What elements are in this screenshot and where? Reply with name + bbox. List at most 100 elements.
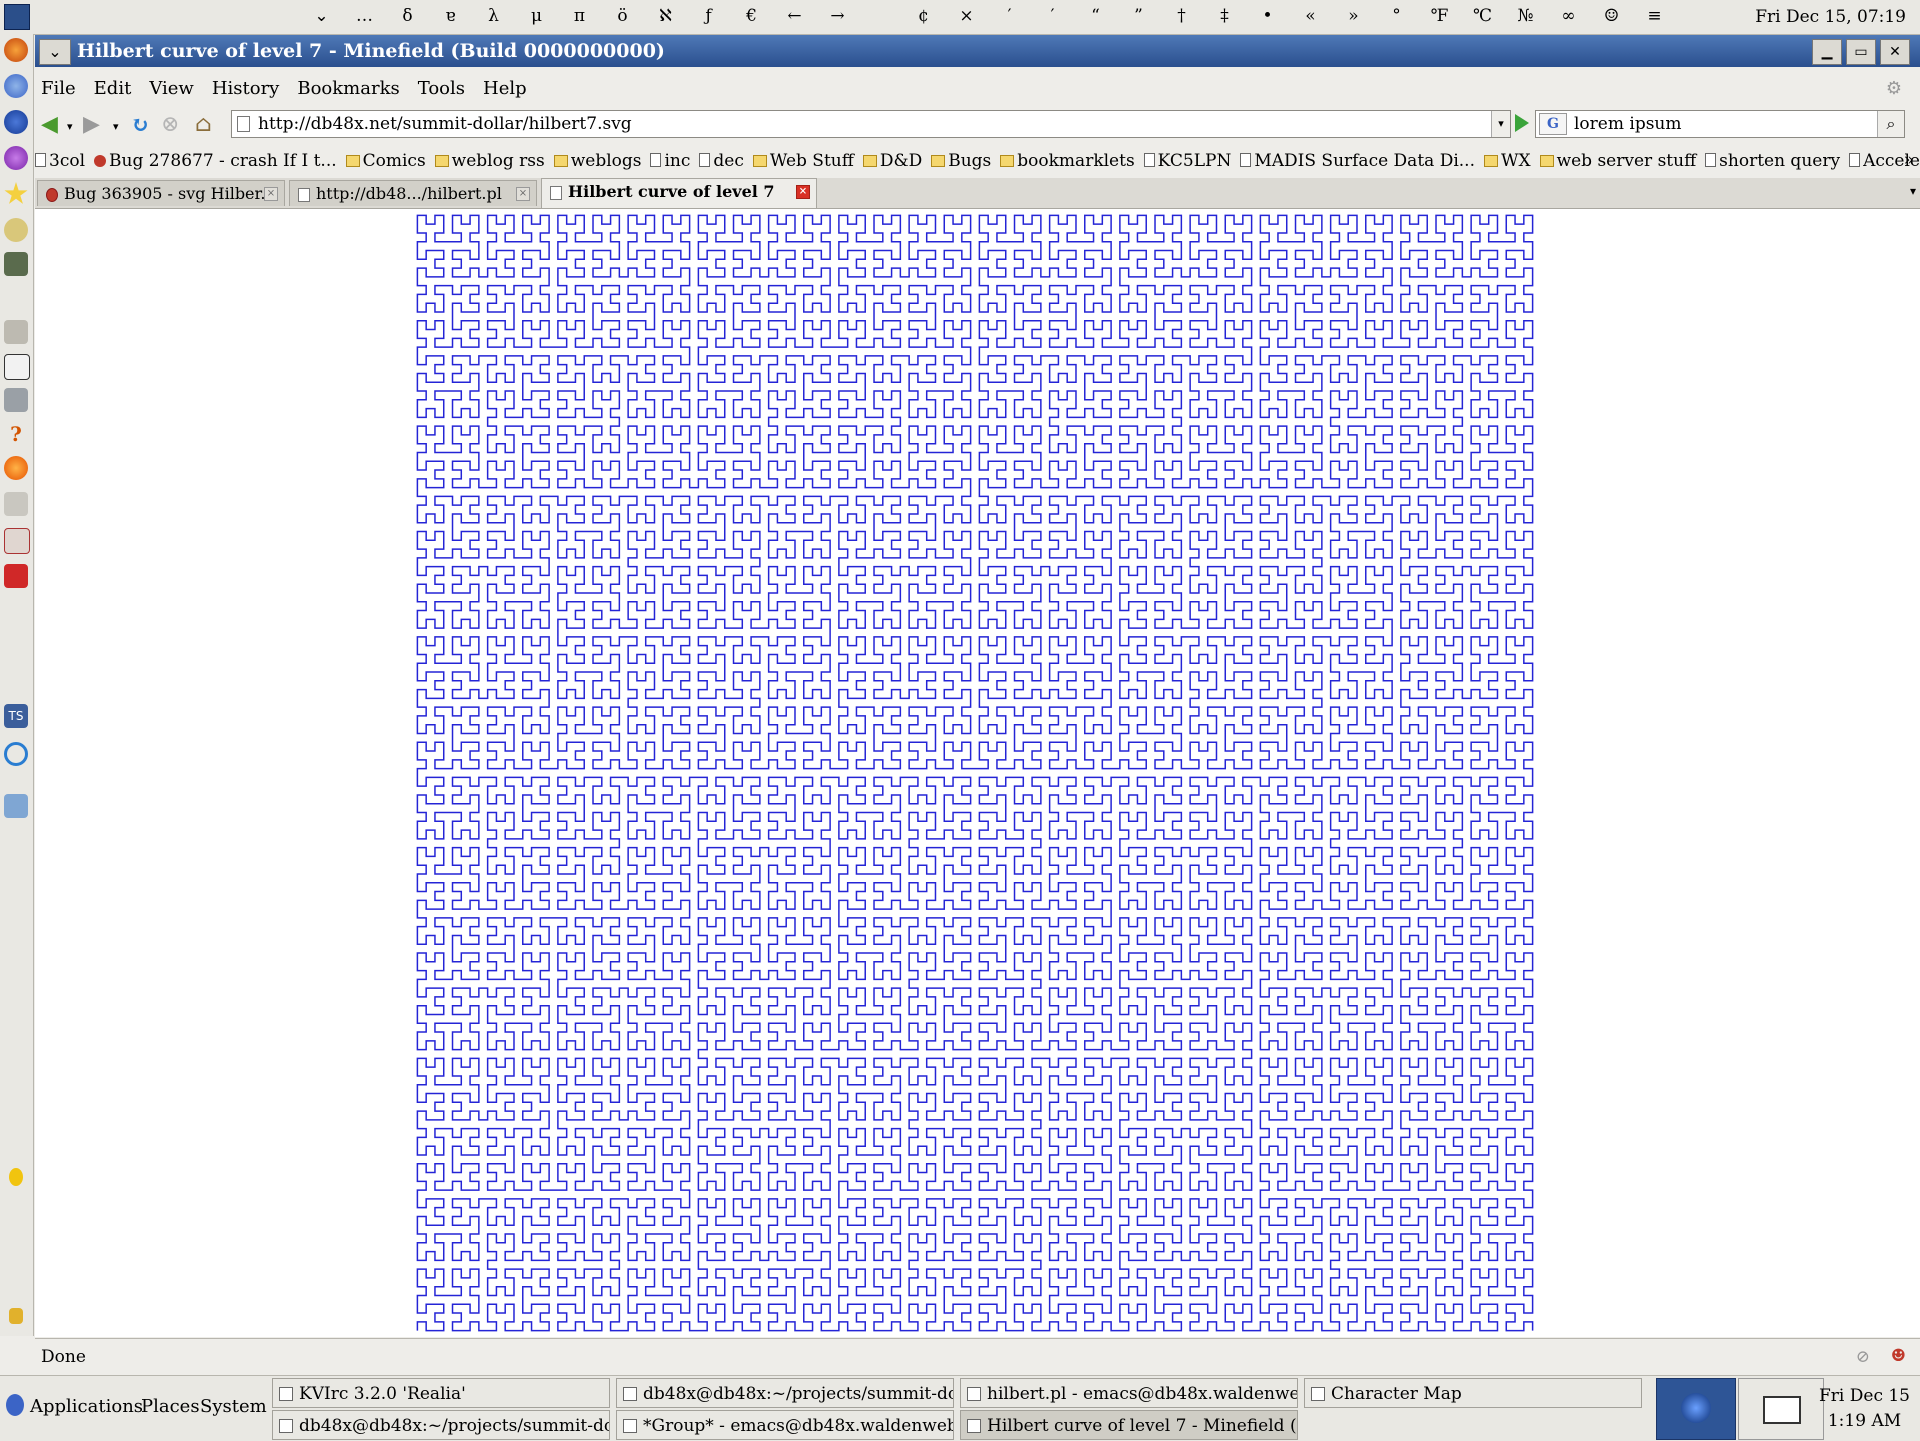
bookmark-item[interactable]: dec — [699, 151, 744, 171]
char-key[interactable]: δ — [386, 6, 429, 26]
menu-edit[interactable]: Edit — [94, 78, 132, 99]
show-desktop-button[interactable] — [1738, 1378, 1824, 1440]
char-key[interactable]: ⌄ — [300, 6, 343, 26]
char-key[interactable]: ∞ — [1547, 6, 1590, 26]
system-menu[interactable]: System — [200, 1396, 267, 1417]
search-engine-icon[interactable]: G — [1539, 113, 1567, 135]
tab-hilbert-curve[interactable]: Hilbert curve of level 7 × — [541, 178, 817, 208]
minimize-button[interactable]: ▁ — [1812, 39, 1842, 65]
maximize-button[interactable]: ▭ — [1846, 39, 1876, 65]
tab-close-button[interactable]: × — [796, 185, 810, 199]
figure-icon[interactable] — [9, 1168, 23, 1186]
char-key[interactable]: ≡ — [1633, 6, 1676, 26]
text-editor-icon[interactable] — [4, 354, 30, 380]
star-icon[interactable] — [4, 182, 28, 204]
char-key[interactable]: № — [1504, 6, 1547, 26]
bookmark-item[interactable]: weblog rss — [434, 151, 545, 171]
bookmark-item[interactable]: Comics — [345, 151, 426, 171]
char-key[interactable]: « — [1289, 6, 1332, 26]
stop-button[interactable]: ⊗ — [161, 112, 179, 137]
home-button[interactable]: ⌂ — [195, 112, 212, 137]
bookmarks-overflow-button[interactable]: » — [1904, 150, 1914, 170]
notes-icon[interactable] — [4, 320, 28, 344]
char-key[interactable]: » — [1332, 6, 1375, 26]
char-key[interactable]: ¢ — [902, 6, 945, 26]
menu-view[interactable]: View — [149, 78, 194, 99]
forward-history-icon[interactable]: ▾ — [113, 120, 119, 133]
taskbar-item[interactable]: *Group* - emacs@db48x.waldenweb.c... — [616, 1410, 954, 1440]
char-key[interactable]: † — [1160, 6, 1203, 26]
back-button[interactable]: ◀ — [41, 112, 58, 137]
search-input[interactable] — [1572, 112, 1876, 136]
forward-button[interactable]: ▶ — [83, 112, 100, 137]
thunderbird-icon[interactable] — [4, 74, 28, 98]
char-key[interactable]: ö — [601, 6, 644, 26]
window-menu-button[interactable]: ⌄ — [39, 39, 71, 65]
char-key[interactable]: ℉ — [1418, 6, 1461, 26]
workspace-switcher-1[interactable] — [1656, 1378, 1736, 1440]
settings-icon[interactable] — [4, 492, 28, 516]
taskbar-item[interactable]: db48x@db48x:~/projects/summit-dol... — [272, 1410, 610, 1440]
char-key[interactable]: ′ — [988, 6, 1031, 26]
bottom-clock[interactable]: Fri Dec 15 1:19 AM — [1819, 1384, 1910, 1434]
char-key[interactable]: ” — [1117, 6, 1160, 26]
character-map-icon[interactable] — [4, 388, 28, 412]
search-go-button[interactable]: ⌕ — [1877, 111, 1904, 137]
char-key[interactable]: λ — [472, 6, 515, 26]
menu-file[interactable]: File — [41, 78, 76, 99]
tab-list-button[interactable]: ▾ — [1910, 184, 1916, 198]
char-key[interactable]: • — [1246, 6, 1289, 26]
bookmark-item[interactable]: bookmarklets — [1000, 151, 1135, 171]
kvirc-icon[interactable] — [4, 146, 28, 170]
bookmark-item[interactable]: shorten query — [1705, 151, 1840, 171]
taskbar-item[interactable]: KVIrc 3.2.0 'Realia' — [272, 1378, 610, 1408]
char-key[interactable]: ☺ — [1590, 6, 1633, 26]
char-key[interactable]: ƒ — [687, 6, 730, 26]
bookmark-item[interactable]: inc — [650, 151, 690, 171]
char-key[interactable]: ′ — [1031, 6, 1074, 26]
bookmark-item[interactable]: KC5LPN — [1143, 151, 1231, 171]
tab-hilbert-pl[interactable]: http://db48.../hilbert.pl × — [289, 180, 537, 206]
gnome-foot-icon[interactable] — [6, 1394, 24, 1416]
panel-menu-icon[interactable] — [4, 4, 30, 30]
char-key[interactable]: ← — [773, 6, 816, 26]
top-clock[interactable]: Fri Dec 15, 07:19 — [1755, 7, 1906, 27]
char-key[interactable]: ‡ — [1203, 6, 1246, 26]
taskbar-item[interactable]: hilbert.pl - emacs@db48x.waldenweb.... — [960, 1378, 1298, 1408]
taskbar-item[interactable]: Hilbert curve of level 7 - Minefield (Bu… — [960, 1410, 1298, 1440]
ubuntu-icon[interactable] — [4, 456, 28, 480]
terminal-icon[interactable] — [4, 252, 28, 276]
close-window-button[interactable]: ✕ — [1880, 39, 1910, 65]
char-key[interactable]: ɐ — [429, 6, 472, 26]
url-dropdown-button[interactable]: ▾ — [1491, 111, 1510, 137]
bookmark-item[interactable]: MADIS Surface Data Di... — [1240, 151, 1475, 171]
tab-close-button[interactable]: × — [264, 187, 278, 201]
char-key[interactable]: × — [945, 6, 988, 26]
tab-bug-363905[interactable]: Bug 363905 - svg Hilber... × — [37, 180, 285, 206]
char-key[interactable]: → — [816, 6, 859, 26]
ts-icon[interactable]: TS — [4, 704, 28, 728]
globe-icon[interactable] — [4, 110, 28, 134]
bookmark-item[interactable]: D&D — [862, 151, 922, 171]
lock-icon[interactable] — [9, 1308, 23, 1324]
tab-close-button[interactable]: × — [516, 187, 530, 201]
remote-desktop-icon[interactable] — [4, 794, 28, 818]
bookmark-item[interactable]: WX — [1483, 151, 1531, 171]
help-icon[interactable]: ? — [4, 422, 28, 446]
security-icon[interactable]: ⊘ — [1856, 1347, 1870, 1367]
firefox-icon[interactable] — [4, 38, 28, 62]
char-key[interactable]: € — [730, 6, 773, 26]
bookmark-item[interactable]: weblogs — [553, 151, 641, 171]
bookmark-item[interactable]: Bug 278677 - crash If I t... — [94, 151, 337, 171]
char-key[interactable]: “ — [1074, 6, 1117, 26]
taskbar-item[interactable]: db48x@db48x:~/projects/summit-dol... — [616, 1378, 954, 1408]
go-button[interactable] — [1515, 114, 1529, 132]
menu-history[interactable]: History — [212, 78, 280, 99]
bookmark-item[interactable]: Web Stuff — [752, 151, 854, 171]
back-history-icon[interactable]: ▾ — [67, 120, 73, 133]
cards-icon[interactable] — [4, 528, 30, 554]
refresh-app-icon[interactable] — [4, 742, 28, 766]
char-key[interactable]: π — [558, 6, 601, 26]
char-key[interactable]: ℵ — [644, 6, 687, 26]
char-key[interactable]: ° — [1375, 6, 1418, 26]
